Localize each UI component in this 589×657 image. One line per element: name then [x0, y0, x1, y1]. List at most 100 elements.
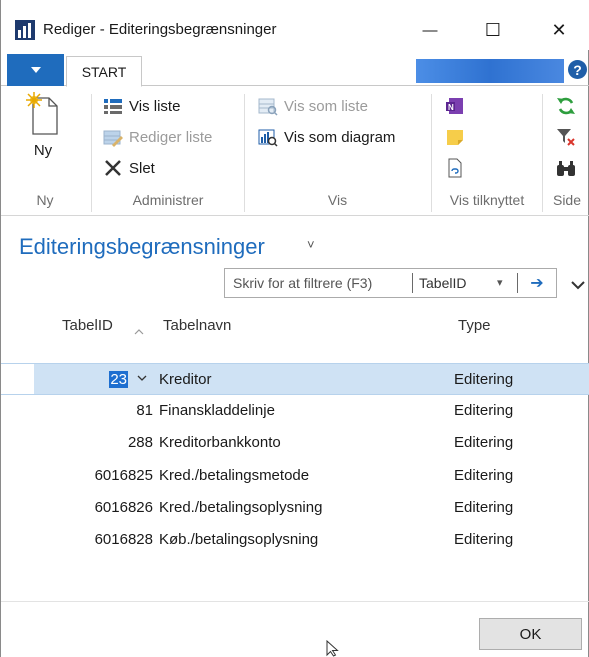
edit-list-icon: [103, 130, 123, 147]
delete-button[interactable]: Slet: [103, 158, 155, 178]
dropdown-triangle-icon: [30, 67, 41, 73]
row-gutter: [1, 364, 34, 394]
mouse-pointer-icon: [326, 640, 339, 657]
new-button[interactable]: Ny: [25, 92, 61, 159]
notes-icon: [447, 130, 463, 145]
cell-tabelid: 6016828: [94, 531, 153, 548]
show-as-list-icon: [258, 98, 278, 116]
close-button[interactable]: ✕: [536, 10, 582, 50]
refresh-icon: [557, 97, 575, 115]
redacted-area: [416, 59, 564, 83]
cell-tabelid: 6016826: [94, 499, 153, 516]
ok-button[interactable]: OK: [479, 618, 582, 650]
filter-box: TabelID ▾ ➔: [224, 268, 557, 298]
cell-type: Editering: [454, 499, 514, 516]
ribbon-tab-row: START ?: [1, 54, 589, 87]
edit-list-button[interactable]: Rediger liste: [103, 127, 212, 147]
onenote-button[interactable]: N: [445, 96, 471, 116]
minimize-button[interactable]: —: [407, 10, 453, 50]
group-label-vis: Vis: [327, 192, 348, 208]
cell-tabelnavn: Kreditorbankkonto: [159, 434, 281, 451]
cell-tabelid: 6016825: [94, 467, 153, 484]
cell-tabelnavn: Køb./betalingsoplysning: [159, 531, 319, 548]
ribbon-group-vis: Vis som liste Vis som diagram Vis: [246, 86, 429, 216]
view-list-label: Vis liste: [129, 97, 181, 115]
group-divider: [91, 94, 92, 212]
sort-ascending-icon: [134, 329, 144, 335]
ribbon-group-ny: Ny Ny: [1, 86, 89, 216]
window-title: Rediger - Editeringsbegrænsninger: [43, 21, 277, 38]
show-as-list-button[interactable]: Vis som liste: [258, 96, 368, 116]
column-header-tabelnavn[interactable]: Tabelnavn: [163, 317, 231, 334]
table-row[interactable]: 288 Kreditorbankkonto Editering: [1, 427, 589, 459]
filter-field-dropdown-icon[interactable]: ▾: [497, 276, 503, 289]
page-menu-chevron-icon[interactable]: ˅: [307, 237, 315, 252]
maximize-button[interactable]: ☐: [470, 10, 516, 50]
ribbon: Ny Ny Vis liste Rediger liste Slet Admin…: [1, 86, 589, 216]
svg-text:N: N: [448, 103, 454, 112]
cell-tabelnavn: Kred./betalingsmetode: [159, 467, 310, 484]
file-menu-button[interactable]: [7, 54, 64, 86]
find-button[interactable]: [556, 158, 582, 178]
column-header-tabelid[interactable]: TabelID: [62, 317, 113, 334]
footer-divider: [1, 601, 589, 602]
clear-filter-button[interactable]: [556, 127, 582, 147]
group-label-administrer: Administrer: [132, 192, 204, 208]
ribbon-group-vis-tilknyttet: N Vis tilknyttet: [433, 86, 541, 216]
table-row[interactable]: 6016826 Kred./betalingsoplysning Editeri…: [1, 492, 589, 524]
cell-type: Editering: [454, 371, 514, 388]
filter-field-select[interactable]: TabelID: [419, 275, 466, 291]
cell-dropdown-chevron-icon[interactable]: [137, 374, 147, 382]
cell-tabelnavn: Kred./betalingsoplysning: [159, 499, 323, 516]
tab-start[interactable]: START: [66, 56, 142, 87]
ribbon-group-administrer: Vis liste Rediger liste Slet Administrer: [93, 86, 243, 216]
show-as-chart-button[interactable]: Vis som diagram: [258, 127, 395, 147]
clear-filter-icon: [557, 129, 575, 146]
group-label-vis-tilknyttet: Vis tilknyttet: [449, 192, 525, 208]
view-list-icon: [104, 97, 122, 115]
table-row[interactable]: 6016828 Køb./betalingsoplysning Editerin…: [1, 524, 589, 556]
group-label-ny: Ny: [36, 192, 54, 208]
group-divider: [244, 94, 245, 212]
title-bar: Rediger - Editeringsbegrænsninger — ☐ ✕: [1, 0, 589, 50]
page-title: Editeringsbegrænsninger: [19, 234, 265, 259]
filter-divider: [517, 273, 518, 293]
group-label-side: Side: [552, 192, 582, 208]
edit-list-label: Rediger liste: [129, 128, 213, 146]
close-icon: ✕: [551, 19, 567, 40]
cell-type: Editering: [454, 402, 514, 419]
cell-tabelid: 288: [127, 434, 153, 451]
view-list-button[interactable]: Vis liste: [103, 96, 180, 116]
ribbon-group-side: Side: [544, 86, 589, 216]
help-icon[interactable]: ?: [568, 60, 587, 79]
notes-button[interactable]: [445, 127, 471, 147]
cell-tabelnavn: Finanskladdelinje: [159, 402, 275, 419]
maximize-icon: ☐: [484, 19, 502, 40]
show-as-chart-label: Vis som diagram: [284, 128, 396, 146]
show-as-chart-icon: [258, 129, 278, 147]
delete-icon: [105, 160, 121, 176]
cell-tabelnavn: Kreditor: [159, 371, 212, 388]
cell-type: Editering: [454, 467, 514, 484]
column-header-type[interactable]: Type: [458, 317, 491, 334]
links-button[interactable]: [445, 158, 471, 178]
new-document-icon: [26, 92, 58, 135]
table-row[interactable]: 6016825 Kred./betalingsmetode Editering: [1, 460, 589, 492]
show-as-list-label: Vis som liste: [284, 97, 368, 115]
filter-input[interactable]: [225, 269, 413, 297]
delete-label: Slet: [129, 159, 155, 177]
table-row[interactable]: 23 Kreditor Editering: [1, 363, 589, 395]
table-row[interactable]: 81 Finanskladdelinje Editering: [1, 395, 589, 427]
filter-divider: [412, 273, 413, 293]
apply-filter-arrow-icon[interactable]: ➔: [523, 272, 551, 294]
cell-type: Editering: [454, 434, 514, 451]
dialog-window: Rediger - Editeringsbegrænsninger — ☐ ✕ …: [0, 0, 589, 657]
new-button-label: Ny: [33, 142, 53, 159]
cell-tabelid[interactable]: 23: [109, 371, 128, 388]
group-divider: [542, 94, 543, 212]
group-divider: [431, 94, 432, 212]
onenote-icon: N: [446, 98, 463, 114]
expand-chevron-icon[interactable]: [569, 276, 587, 294]
app-chart-icon: [15, 20, 35, 40]
refresh-button[interactable]: [556, 96, 582, 116]
